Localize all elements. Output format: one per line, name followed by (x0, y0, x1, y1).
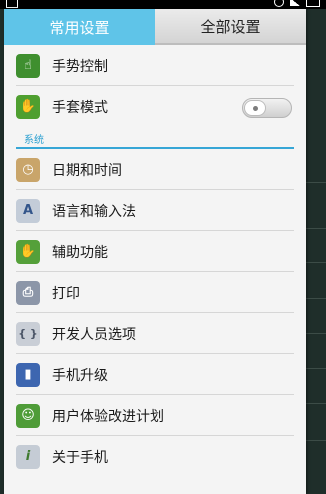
settings-item-phone-upgrade[interactable]: ▮ 手机升级 (4, 354, 306, 395)
notification-icon (6, 0, 18, 8)
settings-item-label: 手势控制 (52, 58, 108, 75)
gesture-control-icon: ☝ (16, 53, 40, 78)
settings-item-developer-options[interactable]: { } 开发人员选项 (4, 313, 306, 354)
settings-item-date-time[interactable]: ◷ 日期和时间 (4, 149, 306, 190)
signal-icon (290, 0, 300, 6)
settings-item-label: 手套模式 (52, 99, 108, 116)
settings-item-label: 日期和时间 (52, 162, 122, 179)
tab-bar: 常用设置 全部设置 (4, 9, 306, 45)
settings-item-user-experience[interactable]: ☺ 用户体验改进计划 (4, 395, 306, 436)
tab-common-settings[interactable]: 常用设置 (4, 9, 155, 45)
settings-item-label: 用户体验改进计划 (52, 408, 164, 425)
tab-all-settings[interactable]: 全部设置 (155, 9, 306, 45)
settings-panel: 常用设置 全部设置 ☝ 手势控制 ✋ 手套模式 系统 ◷ 日期和时间 A 语言和… (4, 9, 306, 494)
alarm-icon (274, 0, 284, 7)
phone-upgrade-icon: ▮ (16, 362, 40, 387)
info-icon: i (16, 444, 40, 469)
settings-item-accessibility[interactable]: ✋ 辅助功能 (4, 231, 306, 272)
settings-item-about-phone[interactable]: i 关于手机 (4, 436, 306, 477)
braces-icon: { } (16, 321, 40, 346)
printer-icon: ⎙ (16, 280, 40, 305)
hand-icon: ✋ (16, 239, 40, 264)
settings-item-print[interactable]: ⎙ 打印 (4, 272, 306, 313)
section-title: 系统 (24, 134, 44, 146)
keyboard-letter-icon: A (16, 198, 40, 223)
battery-icon (306, 0, 320, 7)
clock-icon: ◷ (16, 157, 40, 182)
section-header-system: 系统 (4, 127, 306, 149)
settings-item-language-input[interactable]: A 语言和输入法 (4, 190, 306, 231)
glove-mode-toggle[interactable] (242, 98, 292, 118)
glove-mode-icon: ✋ (16, 94, 40, 119)
settings-item-label: 手机升级 (52, 367, 108, 384)
settings-item-label: 开发人员选项 (52, 326, 136, 343)
settings-item-label: 语言和输入法 (52, 203, 136, 220)
settings-item-label: 打印 (52, 285, 80, 302)
settings-item-glove-mode[interactable]: ✋ 手套模式 (4, 86, 306, 127)
status-bar (0, 0, 326, 9)
settings-item-label: 辅助功能 (52, 244, 108, 261)
user-experience-icon: ☺ (16, 403, 40, 428)
settings-item-label: 关于手机 (52, 449, 108, 466)
settings-item-gesture-control[interactable]: ☝ 手势控制 (4, 45, 306, 86)
